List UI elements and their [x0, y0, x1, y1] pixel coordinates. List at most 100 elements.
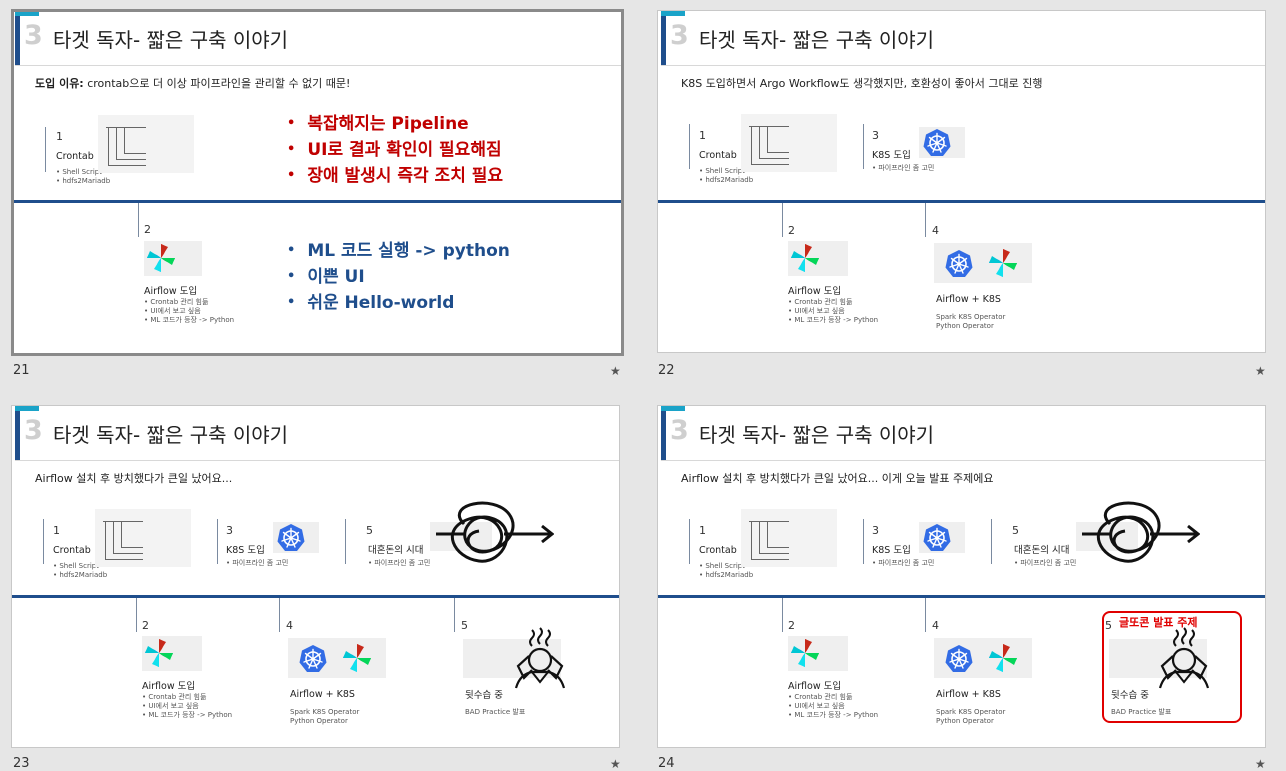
step-title: 뒷수습 중: [1111, 690, 1149, 701]
step-notes: BAD Practice 발표: [1111, 708, 1172, 716]
tangled-arrow-icon: [434, 501, 554, 563]
step-notes: • Crontab 관리 힘듦 • UI에서 보고 싶음 • ML 코드가 등장…: [144, 298, 235, 324]
step-title: Crontab: [699, 150, 737, 161]
timeline-tick: [782, 203, 783, 237]
step-notes: Spark K8S Operator Python Operator: [936, 313, 1006, 330]
crontab-syntax-image: [741, 114, 837, 172]
airflow-icon: [989, 644, 1017, 672]
list-item: • 이쁜 UI: [287, 267, 365, 287]
step-number: 5: [1105, 619, 1112, 632]
divider: [661, 65, 1265, 66]
section-number: 3: [24, 20, 43, 51]
star-icon[interactable]: ★: [1255, 757, 1266, 771]
slide-number: 24: [658, 756, 675, 771]
section-number: 3: [670, 20, 689, 51]
step-number: 2: [788, 224, 795, 237]
divider: [15, 460, 619, 461]
kubernetes-icon: [944, 644, 974, 673]
timeline-tick: [689, 519, 690, 564]
accent-bar: [15, 411, 20, 460]
timeline-axis: [658, 595, 1265, 598]
step-number: 3: [872, 524, 879, 537]
timeline-axis: [14, 200, 621, 203]
timeline-tick: [217, 519, 218, 564]
step-number: 1: [53, 524, 60, 537]
slide-subtitle: 도입 이유: crontab으로 더 이상 파이프라인을 관리할 수 없기 때문…: [35, 77, 351, 90]
slide-title: 타겟 독자- 짧은 구축 이야기: [53, 423, 289, 447]
step-title: Airflow + K8S: [290, 689, 355, 700]
timeline-tick: [782, 598, 783, 632]
k8s-logo-box: [919, 127, 965, 158]
step-title: 대혼돈의 시대: [1014, 545, 1070, 556]
slide-thumbnail-21[interactable]: 3 타겟 독자- 짧은 구축 이야기 도입 이유: crontab으로 더 이상…: [11, 9, 624, 356]
airflow-icon: [145, 639, 173, 667]
accent-bar: [661, 411, 666, 460]
list-item: • 복잡해지는 Pipeline: [287, 114, 469, 134]
step-number: 4: [286, 619, 293, 632]
slide-thumbnail-22[interactable]: 3 타겟 독자- 짧은 구축 이야기 K8S 도입하면서 Argo Workfl…: [657, 10, 1266, 353]
step-number: 2: [142, 619, 149, 632]
step-title: Airflow + K8S: [936, 689, 1001, 700]
airflow-icon: [791, 639, 819, 667]
step-number: 5: [1012, 524, 1019, 537]
section-number: 3: [670, 415, 689, 446]
step-title: Crontab: [699, 545, 737, 556]
kubernetes-icon: [944, 249, 974, 278]
slide-thumbnail-23[interactable]: 3 타겟 독자- 짧은 구축 이야기 Airflow 설치 후 방치했다가 큰일…: [11, 405, 620, 748]
problem-list: • 복잡해지는 Pipeline • UI로 결과 확인이 필요해짐 • 장애 발생시…: [287, 112, 503, 190]
step-number: 4: [932, 619, 939, 632]
step-title: K8S 도입: [226, 545, 265, 556]
airflow-icon: [989, 249, 1017, 277]
step-title: Airflow 도입: [788, 286, 842, 297]
accent-bar: [15, 16, 20, 65]
k8s-logo-box: [919, 522, 965, 553]
k8s-logo-box: [273, 522, 319, 553]
list-item: • ML 코드 실행 -> python: [287, 241, 510, 261]
kubernetes-icon: [922, 128, 952, 157]
step-notes: • Crontab 관리 힘듦 • UI에서 보고 싶음 • ML 코드가 등장…: [788, 298, 879, 324]
divider: [661, 460, 1265, 461]
timeline-tick: [925, 598, 926, 632]
timeline-tick: [279, 598, 280, 632]
star-icon[interactable]: ★: [610, 364, 621, 378]
step-notes: Spark K8S Operator Python Operator: [290, 708, 360, 725]
timeline-tick: [345, 519, 346, 564]
step-title: Airflow 도입: [142, 681, 196, 692]
step-notes: • 파이프라인 좀 고민: [226, 559, 289, 567]
stressed-person-icon: [1158, 626, 1210, 690]
step-number: 3: [872, 129, 879, 142]
kubernetes-icon: [298, 644, 328, 673]
stressed-person-icon: [514, 626, 566, 690]
step-notes: • 파이프라인 좀 고민: [872, 164, 935, 172]
airflow-logo-box: [144, 241, 202, 276]
kubernetes-icon: [276, 523, 306, 552]
airflow-k8s-logo-box: [934, 638, 1032, 678]
timeline-tick: [689, 124, 690, 169]
airflow-icon: [147, 244, 175, 272]
step-number: 1: [699, 524, 706, 537]
kubernetes-icon: [922, 523, 952, 552]
step-title: Crontab: [53, 545, 91, 556]
star-icon[interactable]: ★: [610, 757, 621, 771]
timeline-tick: [454, 598, 455, 632]
slide-number: 23: [13, 756, 30, 771]
timeline-tick: [45, 127, 46, 172]
step-title: Crontab: [56, 151, 94, 162]
timeline-tick: [43, 519, 44, 564]
crontab-syntax-image: [95, 509, 191, 567]
timeline-tick: [863, 124, 864, 169]
step-number: 5: [366, 524, 373, 537]
step-notes: • Crontab 관리 힘듦 • UI에서 보고 싶음 • ML 코드가 등장…: [788, 693, 879, 719]
accent-bar: [661, 16, 666, 65]
airflow-icon: [791, 244, 819, 272]
section-number: 3: [24, 415, 43, 446]
airflow-k8s-logo-box: [288, 638, 386, 678]
timeline-tick: [925, 203, 926, 237]
star-icon[interactable]: ★: [1255, 364, 1266, 378]
step-title: Airflow + K8S: [936, 294, 1001, 305]
slide-thumbnail-24[interactable]: 3 타겟 독자- 짧은 구축 이야기 Airflow 설치 후 방치했다가 큰일…: [657, 405, 1266, 748]
slide-title: 타겟 독자- 짧은 구축 이야기: [699, 28, 935, 52]
slide-title: 타겟 독자- 짧은 구축 이야기: [699, 423, 935, 447]
slide-subtitle: K8S 도입하면서 Argo Workflow도 생각했지만, 호환성이 좋아서…: [681, 77, 1043, 90]
step-notes: • 파이프라인 좀 고민: [1014, 559, 1077, 567]
